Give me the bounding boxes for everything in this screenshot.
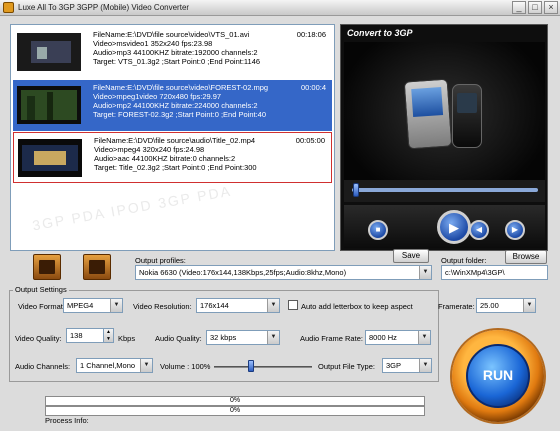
mobile-phone-image [452, 84, 482, 148]
previous-icon: ◀ [475, 225, 483, 234]
output-file-type-select[interactable]: 3GP ▼ [382, 358, 432, 373]
next-button[interactable]: ▶ [505, 220, 525, 240]
chevron-down-icon: ▼ [267, 299, 279, 312]
progress-bar-current: 0% [45, 406, 425, 416]
video-resolution-select[interactable]: 176x144 ▼ [196, 298, 280, 313]
chevron-down-icon: ▼ [419, 266, 431, 279]
audio-frame-rate-select[interactable]: 8000 Hz ▼ [365, 330, 431, 345]
preview-screen [344, 42, 545, 197]
kbps-label: Kbps [118, 334, 136, 343]
video-format-select[interactable]: MPEG4 ▼ [63, 298, 123, 313]
seek-handle[interactable] [353, 183, 360, 197]
app-icon [3, 2, 14, 13]
audio-frame-rate-label: Audio Frame Rate: [300, 334, 363, 343]
chevron-down-icon: ▼ [418, 331, 430, 344]
audio-quality-select[interactable]: 32 kbps ▼ [206, 330, 280, 345]
video-resolution-label: Video Resolution: [133, 302, 192, 311]
title-bar: Luxe All To 3GP 3GPP (Mobile) Video Conv… [0, 0, 560, 16]
chevron-down-icon: ▼ [267, 331, 279, 344]
file-audio-info: Audio>mp2 44100KHZ bitrate:224000 channe… [93, 101, 258, 110]
process-info-label: Process Info: [45, 416, 89, 425]
previous-button[interactable]: ◀ [469, 220, 489, 240]
file-thumbnail [17, 86, 81, 124]
file-duration: 00:05:00 [295, 136, 325, 145]
run-button[interactable]: RUN [466, 344, 530, 408]
file-audio-info: Audio>aac 44100KHZ bitrate:0 channels:2 [94, 154, 236, 163]
chevron-down-icon: ▼ [419, 359, 431, 372]
file-name: FileName:E:\DVD\file source\video\VTS_01… [93, 30, 250, 39]
output-settings-title: Output Settings [13, 285, 69, 294]
file-target-info: Target: Title_02.3g2 ;Start Point:0 ;End… [94, 163, 257, 172]
seek-area [344, 180, 545, 202]
file-duration: 00:00:4 [300, 83, 326, 92]
file-duration: 00:18:06 [296, 30, 326, 39]
output-file-type-label: Output File Type: [318, 362, 375, 371]
file-video-info: Video>mpeg1video 720x480 fps:29.97 [93, 92, 222, 101]
file-video-info: Video>mpeg4 320x240 fps:24.98 [94, 145, 205, 154]
window-title: Luxe All To 3GP 3GPP (Mobile) Video Conv… [18, 3, 190, 12]
maximize-button[interactable]: □ [528, 1, 542, 14]
file-video-info: Video>msvideo1 352x240 fps:23.98 [93, 39, 213, 48]
pda-phone-image [403, 78, 453, 150]
audio-quality-label: Audio Quality: [155, 334, 202, 343]
file-name: FileName:E:\DVD\file source\video\FOREST… [93, 83, 269, 92]
framerate-select[interactable]: 25.00 ▼ [476, 298, 536, 313]
playback-controls: ■ ▶ ◀ ▶ [344, 205, 545, 248]
output-folder-label: Output folder: [441, 256, 487, 265]
play-button[interactable]: ▶ [437, 210, 471, 244]
file-item[interactable]: FileName:E:\DVD\file source\video\VTS_01… [13, 27, 332, 78]
output-folder-input[interactable]: c:\WinXMp4\3GP\ [441, 265, 548, 280]
volume-slider[interactable] [214, 366, 312, 368]
close-button[interactable]: × [544, 1, 558, 14]
next-icon: ▶ [511, 225, 519, 234]
file-item-selected[interactable]: FileName:E:\DVD\file source\video\FOREST… [13, 80, 332, 131]
video-quality-label: Video Quality: [15, 334, 62, 343]
file-list[interactable]: 3GP PDA IPOD 3GP PDA FileName:E:\DVD\fil… [10, 24, 335, 251]
preview-title: Convert to 3GP [347, 28, 413, 38]
volume-slider-handle[interactable] [248, 360, 255, 372]
output-profiles-label: Output profiles: [135, 256, 186, 265]
video-quality-input[interactable]: 138 [66, 328, 104, 343]
quantity-stepper[interactable]: ▲ ▼ [104, 328, 114, 343]
file-target-info: Target: VTS_01.3g2 ;Start Point:0 ;End P… [93, 57, 261, 66]
remove-video-icon[interactable] [83, 254, 111, 280]
add-video-icon[interactable] [33, 254, 61, 280]
seek-bar[interactable] [352, 188, 538, 192]
stop-button[interactable]: ■ [368, 220, 388, 240]
framerate-label: Framerate: [438, 302, 475, 311]
volume-label: Volume : 100% [160, 362, 211, 371]
stop-icon: ■ [375, 225, 381, 234]
watermark-text: 3GP PDA IPOD 3GP PDA [31, 182, 233, 234]
browse-button[interactable]: Browse [505, 250, 547, 264]
file-thumbnail [18, 139, 82, 177]
letterbox-label: Auto add letterbox to keep aspect [301, 302, 413, 311]
chevron-down-icon: ▼ [140, 359, 152, 372]
file-audio-info: Audio>mp3 44100KHZ bitrate:192000 channe… [93, 48, 258, 57]
run-button-frame: RUN [452, 330, 544, 422]
file-thumbnail [17, 33, 81, 71]
video-format-label: Video Format: [18, 302, 65, 311]
file-target-info: Target: FOREST-02.3g2 ;Start Point:0 ;En… [93, 110, 267, 119]
save-button[interactable]: Save [393, 249, 429, 263]
audio-channels-label: Audio Channels: [15, 362, 71, 371]
audio-channels-select[interactable]: 1 Channel,Mono ▼ [76, 358, 153, 373]
chevron-down-icon: ▼ [523, 299, 535, 312]
window-controls: _ □ × [512, 1, 558, 14]
progress-bar-total: 0% [45, 396, 425, 406]
output-profiles-select[interactable]: Nokia 6630 (Video:176x144,138Kbps,25fps;… [135, 265, 432, 280]
minimize-button[interactable]: _ [512, 1, 526, 14]
letterbox-checkbox[interactable] [288, 300, 298, 310]
preview-panel: Convert to 3GP ■ ▶ ◀ ▶ [340, 24, 548, 251]
play-icon: ▶ [449, 219, 459, 235]
file-item[interactable]: FileName:E:\DVD\file source\audio\Title_… [13, 132, 332, 183]
chevron-down-icon: ▼ [110, 299, 122, 312]
file-name: FileName:E:\DVD\file source\audio\Title_… [94, 136, 256, 145]
